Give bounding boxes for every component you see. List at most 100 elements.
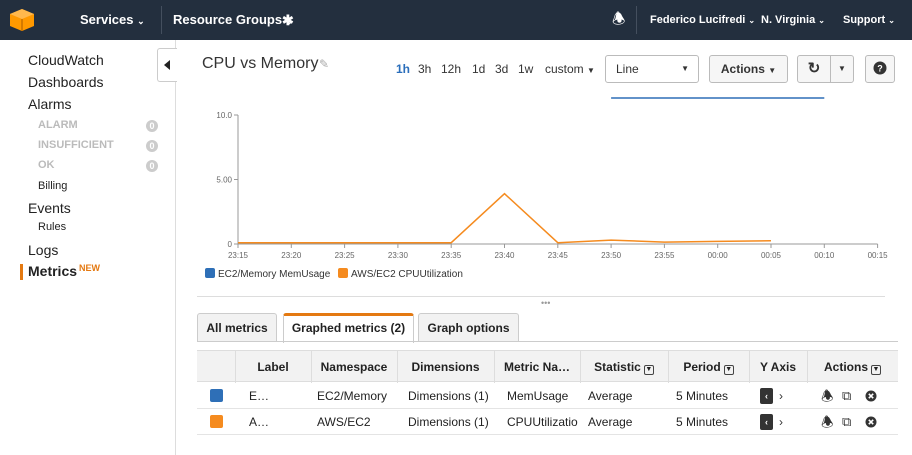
legend-item-cpuutilization[interactable]: AWS/EC2 CPUUtilization [338, 268, 463, 280]
chevron-down-icon: ⌄ [137, 16, 145, 26]
cell-dimensions[interactable]: Dimensions (1) [408, 383, 494, 409]
y-axis-right-icon[interactable]: › [779, 409, 783, 435]
custom-label: custom [545, 62, 584, 76]
header-metric-name[interactable]: Metric Na… [494, 351, 580, 383]
bell-icon[interactable]: 🕭 [612, 0, 625, 40]
duplicate-icon[interactable]: ⧉ [842, 383, 851, 409]
insufficient-count-badge: 0 [146, 140, 158, 152]
cell-period[interactable]: 5 Minutes [676, 409, 746, 435]
cell-statistic[interactable]: Average [588, 383, 663, 409]
header-dimensions[interactable]: Dimensions [397, 351, 494, 383]
pin-icon[interactable]: ✱ [282, 0, 294, 40]
sidebar-item-billing[interactable]: Billing [38, 180, 67, 192]
actions-button[interactable]: Actions ▼ [709, 55, 788, 83]
range-12h[interactable]: 12h [441, 62, 461, 76]
duplicate-icon[interactable]: ⧉ [842, 409, 851, 435]
collapse-sidebar-button[interactable] [157, 48, 177, 82]
statistic-header-label: Statistic [594, 360, 641, 374]
sidebar-item-alarms[interactable]: Alarms [28, 96, 72, 112]
sidebar-item-metrics[interactable]: Metrics NEW [28, 263, 100, 279]
bell-alarm-icon[interactable]: 🕭 [821, 409, 834, 435]
tab-graphed-metrics[interactable]: Graphed metrics (2) [283, 313, 414, 343]
x-tick-label: 00:05 [761, 251, 782, 260]
refresh-options-caret-icon[interactable]: ▼ [830, 55, 854, 83]
y-tick-label: 10.0 [216, 111, 232, 120]
sidebar-item-dashboards[interactable]: Dashboards [28, 74, 104, 90]
alarm-count-badge: 0 [146, 120, 158, 132]
cell-label[interactable]: A… [249, 409, 305, 435]
resource-groups-menu[interactable]: Resource Groups ⌄ [173, 0, 293, 40]
sidebar: CloudWatch Dashboards Alarms ALARM 0 INS… [0, 40, 176, 455]
x-tick-label: 23:50 [601, 251, 622, 260]
metrics-line-chart: 10.0 5.00 0 23:15 23:20 23:25 23:30 23:35 23:40 2… [216, 97, 888, 260]
header-label[interactable]: Label [235, 351, 311, 383]
y-axis-left-icon[interactable]: ‹ [760, 388, 773, 404]
actions-label: Actions [720, 62, 765, 76]
chart-type-select[interactable]: Line ▼ [605, 55, 699, 83]
tab-graph-options[interactable]: Graph options [418, 313, 519, 342]
services-label: Services [80, 12, 134, 27]
sidebar-item-ok-state[interactable]: OK [38, 159, 55, 171]
x-tick-label: 00:10 [814, 251, 835, 260]
cell-namespace: EC2/Memory [317, 389, 388, 403]
resource-groups-label: Resource Groups [173, 12, 283, 27]
range-3h[interactable]: 3h [418, 62, 431, 76]
header-namespace[interactable]: Namespace [311, 351, 397, 383]
series-color-swatch[interactable] [210, 389, 223, 402]
ok-count-badge: 0 [146, 160, 158, 172]
sidebar-item-cloudwatch[interactable]: CloudWatch [28, 52, 104, 68]
new-badge: NEW [79, 263, 101, 273]
caret-down-icon: ▼ [587, 66, 595, 75]
aws-cube-logo-icon[interactable] [8, 8, 36, 32]
cell-label[interactable]: E… [249, 383, 305, 409]
tab-underline [197, 341, 898, 342]
caret-down-icon: ▼ [768, 66, 777, 75]
refresh-icon[interactable]: ↻ [797, 55, 831, 83]
header-period[interactable]: Period ▼ [668, 351, 749, 383]
legend-item-memusage[interactable]: EC2/Memory MemUsage [205, 268, 330, 280]
legend-label: AWS/EC2 CPUUtilization [351, 269, 463, 280]
range-1d[interactable]: 1d [472, 62, 485, 76]
y-axis-right-icon[interactable]: › [779, 383, 783, 409]
x-tick-label: 23:30 [388, 251, 409, 260]
dropdown-square-icon: ▼ [643, 365, 654, 375]
remove-icon[interactable] [865, 409, 877, 435]
x-tick-label: 23:40 [494, 251, 515, 260]
support-menu[interactable]: Support ⌄ [843, 0, 895, 40]
sidebar-item-events[interactable]: Events [28, 200, 71, 216]
bell-alarm-icon[interactable]: 🕭 [821, 383, 834, 409]
header-statistic[interactable]: Statistic ▼ [580, 351, 668, 383]
dropdown-square-icon: ▼ [723, 365, 734, 375]
pencil-edit-icon[interactable]: ✎ [319, 57, 329, 71]
region-menu[interactable]: N. Virginia ⌄ [761, 0, 825, 40]
table-row[interactable]: A… AWS/EC2 Dimensions (1) CPUUtilizatio … [197, 409, 898, 435]
active-indicator [20, 264, 23, 280]
sidebar-item-alarm-state[interactable]: ALARM [38, 119, 78, 131]
services-menu[interactable]: Services ⌄ [80, 0, 145, 40]
graph-title[interactable]: CPU vs Memory [202, 55, 318, 73]
help-button[interactable]: ? [865, 55, 895, 83]
x-tick-label: 23:35 [441, 251, 462, 260]
header-y-axis[interactable]: Y Axis [749, 351, 807, 383]
y-axis-left-icon[interactable]: ‹ [760, 414, 773, 430]
sidebar-item-logs[interactable]: Logs [28, 242, 58, 258]
sidebar-item-rules[interactable]: Rules [38, 221, 66, 233]
x-tick-label: 23:45 [548, 251, 569, 260]
cell-dimensions[interactable]: Dimensions (1) [408, 409, 494, 435]
header-actions[interactable]: Actions ▼ [807, 351, 898, 383]
range-1h[interactable]: 1h [396, 62, 410, 76]
sidebar-item-insufficient-state[interactable]: INSUFFICIENT [38, 139, 114, 151]
series-color-swatch[interactable] [210, 415, 223, 428]
range-custom[interactable]: custom ▼ [545, 62, 595, 76]
chevron-down-icon: ⌄ [888, 16, 895, 25]
resize-grip-icon[interactable]: ••• [541, 298, 550, 308]
cell-period[interactable]: 5 Minutes [676, 383, 746, 409]
user-menu[interactable]: Federico Lucifredi ⌄ [650, 0, 755, 40]
cell-statistic[interactable]: Average [588, 409, 663, 435]
range-3d[interactable]: 3d [495, 62, 508, 76]
remove-icon[interactable] [865, 383, 877, 409]
table-row[interactable]: E… EC2/Memory Dimensions (1) MemUsage Av… [197, 383, 898, 409]
tab-all-metrics[interactable]: All metrics [197, 313, 277, 342]
x-tick-label: 00:00 [708, 251, 729, 260]
range-1w[interactable]: 1w [518, 62, 533, 76]
